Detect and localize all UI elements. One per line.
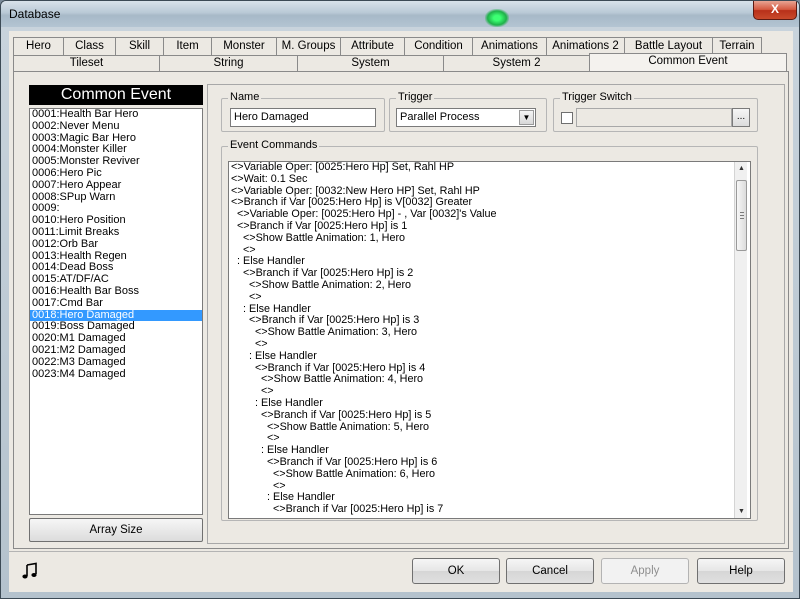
scroll-up-icon[interactable]: ▲ — [735, 162, 748, 175]
title-bar[interactable]: Database X — [1, 1, 799, 27]
window-title: Database — [9, 7, 61, 21]
event-command-line[interactable]: <> — [229, 291, 750, 304]
apply-button[interactable]: Apply — [601, 558, 689, 584]
grip-line — [740, 212, 744, 213]
trigger-switch-field — [576, 108, 732, 127]
common-event-item[interactable]: 0006:Hero Pic — [30, 167, 202, 180]
help-button[interactable]: Help — [697, 558, 785, 584]
array-size-button[interactable]: Array Size — [29, 518, 203, 542]
event-command-line[interactable]: <>Branch if Var [0025:Hero Hp] is 7 — [229, 503, 750, 516]
event-command-line[interactable]: <>Wait: 0.1 Sec — [229, 173, 750, 186]
tab-system[interactable]: System — [297, 55, 443, 71]
common-event-item[interactable]: 0022:M3 Damaged — [30, 356, 202, 369]
event-command-line[interactable]: <> — [229, 338, 750, 351]
event-command-line[interactable]: <>Show Battle Animation: 4, Hero — [229, 374, 750, 386]
trigger-label: Trigger — [396, 91, 435, 103]
name-label: Name — [228, 91, 262, 103]
tab-tileset[interactable]: Tileset — [13, 55, 159, 71]
footer-separator — [9, 551, 793, 552]
trigger-value: Parallel Process — [400, 111, 480, 123]
tab-m-groups[interactable]: M. Groups — [276, 37, 340, 56]
event-command-line[interactable]: <>Show Battle Animation: 6, Hero — [229, 468, 750, 481]
trigger-select[interactable]: Parallel Process ▼ — [396, 108, 536, 127]
tab-condition[interactable]: Condition — [404, 37, 472, 56]
common-event-item[interactable]: 0016:Health Bar Boss — [30, 285, 202, 298]
tab-attribute[interactable]: Attribute — [340, 37, 404, 56]
event-commands-label: Event Commands — [228, 139, 320, 151]
event-commands-list[interactable]: <>Variable Oper: [0025:Hero Hp] Set, Rah… — [228, 161, 751, 519]
tab-class[interactable]: Class — [63, 37, 115, 56]
event-command-line[interactable]: <>Show Battle Animation: 5, Hero — [229, 421, 750, 434]
event-command-line[interactable]: <>Variable Oper: [0025:Hero Hp] Set, Rah… — [229, 162, 750, 174]
common-event-item[interactable]: 0017:Cmd Bar — [30, 297, 202, 310]
trigger-switch-checkbox[interactable] — [561, 112, 573, 124]
grip-line — [740, 215, 744, 216]
tab-item[interactable]: Item — [163, 37, 211, 56]
event-command-line[interactable]: <>Branch if Var [0025:Hero Hp] is 1 — [229, 220, 750, 233]
trigger-switch-label: Trigger Switch — [560, 91, 634, 103]
tab-common-event[interactable]: Common Event — [589, 53, 787, 71]
tab-skill[interactable]: Skill — [115, 37, 163, 56]
title-glow-decoration — [485, 9, 509, 27]
common-event-list[interactable]: 0001:Health Bar Hero 0002:Never Menu 0003:… — [29, 108, 203, 515]
event-command-line[interactable]: <>Branch if Var [0025:Hero Hp] is 5 — [229, 409, 750, 422]
tab-hero[interactable]: Hero — [13, 37, 63, 56]
common-event-header: Common Event — [29, 85, 203, 105]
event-command-line[interactable]: <>Show Battle Animation: 2, Hero — [229, 279, 750, 292]
music-note-icon[interactable] — [21, 562, 39, 580]
cancel-button[interactable]: Cancel — [506, 558, 594, 584]
event-command-line[interactable]: : Else Handler — [229, 350, 750, 363]
common-event-item[interactable]: 0012:Orb Bar — [30, 238, 202, 251]
common-event-item[interactable]: 0023:M4 Damaged — [30, 368, 202, 381]
event-command-line[interactable]: <> — [229, 244, 750, 257]
event-command-line[interactable]: <>Show Battle Animation: 3, Hero — [229, 326, 750, 339]
chevron-down-icon[interactable]: ▼ — [519, 110, 534, 125]
database-window: Database X Hero Class Skill Item Monster M. G… — [0, 0, 800, 599]
trigger-switch-browse-button[interactable]: ... — [732, 108, 750, 127]
event-commands-scrollbar[interactable]: ▲ ▼ — [734, 162, 747, 518]
scroll-thumb[interactable] — [736, 180, 747, 251]
tab-animations[interactable]: Animations — [472, 37, 546, 56]
common-event-item[interactable]: 0002:Never Menu — [30, 120, 202, 133]
close-button[interactable]: X — [753, 1, 797, 20]
tab-string[interactable]: String — [159, 55, 297, 71]
event-command-line[interactable]: <>Show Battle Animation: 1, Hero — [229, 232, 750, 245]
event-command-line[interactable]: : Else Handler — [229, 397, 750, 410]
grip-line — [740, 218, 744, 219]
tab-monster[interactable]: Monster — [211, 37, 276, 56]
common-event-item[interactable]: 0007:Hero Appear — [30, 179, 202, 192]
tab-system-2[interactable]: System 2 — [443, 55, 589, 71]
scroll-down-icon[interactable]: ▼ — [735, 505, 748, 518]
common-event-item[interactable]: 0021:M2 Damaged — [30, 344, 202, 357]
name-input[interactable]: Hero Damaged — [230, 108, 376, 127]
event-command-line[interactable]: <>Branch if Var [0025:Hero Hp] is 6 — [229, 456, 750, 469]
common-event-item[interactable]: 0011:Limit Breaks — [30, 226, 202, 239]
ok-button[interactable]: OK — [412, 558, 500, 584]
